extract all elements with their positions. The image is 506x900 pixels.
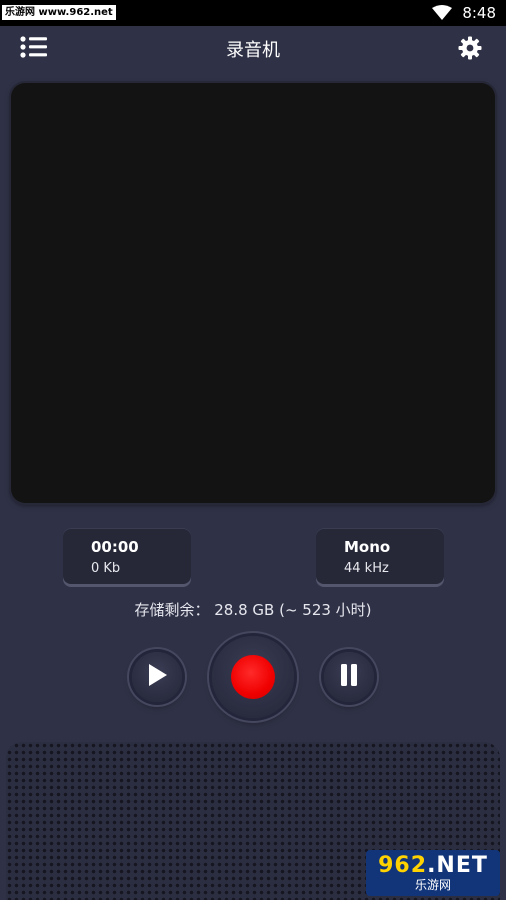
- waveform-display: [11, 83, 495, 503]
- settings-button[interactable]: [454, 34, 486, 66]
- watermark-logo: 962.NET 乐游网: [366, 850, 500, 896]
- pause-icon: [338, 663, 360, 691]
- watermark-brand-prefix: 962: [378, 853, 428, 878]
- wifi-icon: [432, 5, 453, 21]
- recording-info-panel: 00:00 0 Kb: [63, 528, 191, 584]
- app-bar: 录音机: [0, 26, 506, 72]
- storage-remaining: 存储剩余： 28.8 GB (~ 523 小时): [134, 601, 372, 619]
- pause-button[interactable]: [324, 652, 374, 702]
- record-button[interactable]: [212, 636, 294, 718]
- watermark-brand-suffix: .NET: [427, 853, 488, 878]
- audio-format-panel[interactable]: Mono 44 kHz: [316, 528, 444, 584]
- watermark-text: 乐游网 www.962.net: [2, 5, 116, 20]
- status-time: 8:48: [462, 4, 496, 22]
- play-button[interactable]: [132, 652, 182, 702]
- recording-duration: 00:00: [91, 538, 139, 556]
- record-icon: [231, 655, 275, 699]
- audio-channels: Mono: [344, 538, 391, 556]
- audio-sample-rate: 44 kHz: [344, 561, 389, 576]
- status-icons: 8:48: [432, 0, 496, 26]
- gear-icon: [458, 36, 482, 64]
- page-title: 录音机: [226, 40, 280, 61]
- status-bar: 乐游网 www.962.net 8:48: [0, 0, 506, 26]
- play-icon: [146, 663, 168, 691]
- recording-size: 0 Kb: [91, 561, 121, 576]
- watermark-subtitle: 乐游网: [414, 878, 451, 892]
- watermark-brand: 962.NET: [378, 854, 488, 878]
